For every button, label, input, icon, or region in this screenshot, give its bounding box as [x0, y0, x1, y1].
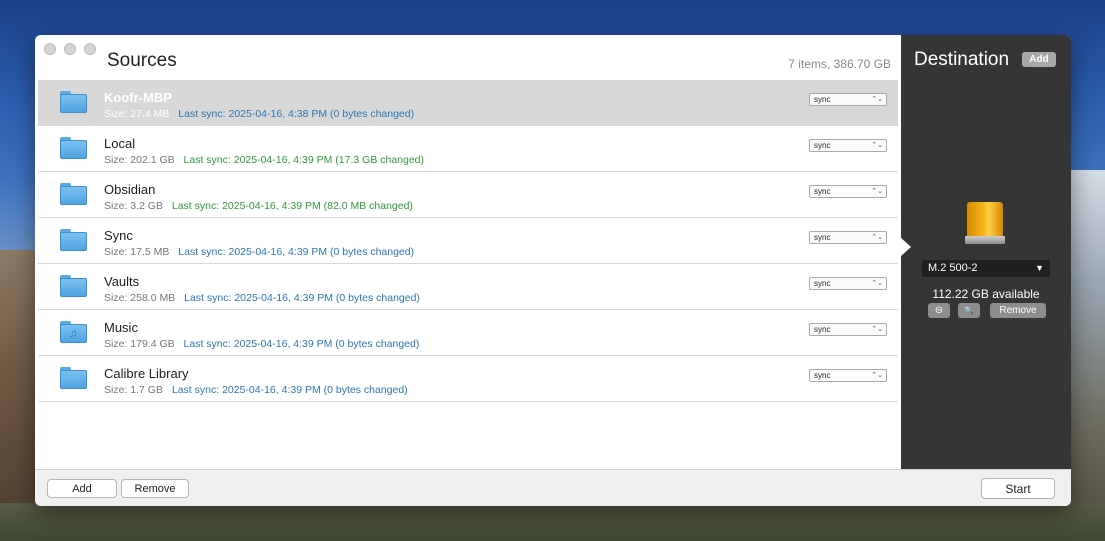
destination-available-space: 112.22 GB available [932, 287, 1040, 301]
source-row[interactable]: ♫ Music Size: 179.4 GB Last sync: 2025-0… [38, 310, 898, 356]
source-last-sync: Last sync: 2025-04-16, 4:39 PM (0 bytes … [178, 246, 415, 258]
sources-title: Sources [107, 50, 177, 71]
sources-summary: 7 items, 386.70 GB [788, 57, 891, 71]
chevron-down-icon: ▼ [1035, 263, 1044, 273]
source-name: Calibre Library [104, 366, 189, 381]
source-mode-select[interactable]: sync ⌃⌄ [809, 231, 887, 244]
source-mode-select[interactable]: sync ⌃⌄ [809, 323, 887, 336]
source-mode-select[interactable]: sync ⌃⌄ [809, 185, 887, 198]
source-mode-value: sync [814, 95, 831, 104]
destination-pane: Destination Add M.2 500-2 ▼ 112.22 GB av… [900, 35, 1071, 469]
source-mode-value: sync [814, 233, 831, 242]
source-row[interactable]: Vaults Size: 258.0 MB Last sync: 2025-04… [38, 264, 898, 310]
magnifier-icon: 🔍 [964, 306, 974, 315]
source-mode-select[interactable]: sync ⌃⌄ [809, 93, 887, 106]
source-last-sync: Last sync: 2025-04-16, 4:38 PM (0 bytes … [178, 108, 415, 120]
source-size: Size: 258.0 MB [104, 292, 176, 304]
destination-drive-name: M.2 500-2 [928, 262, 978, 274]
remove-source-button[interactable]: Remove [121, 479, 189, 498]
bottom-toolbar: Add Remove Start [35, 469, 1071, 506]
folder-icon [60, 367, 87, 389]
window-controls [44, 43, 96, 55]
source-row[interactable]: Obsidian Size: 3.2 GB Last sync: 2025-04… [38, 172, 898, 218]
source-last-sync: Last sync: 2025-04-16, 4:39 PM (0 bytes … [184, 292, 420, 304]
desktop-background-mountain-right [1065, 170, 1105, 541]
desktop-background-ground [0, 503, 1105, 541]
source-meta: Size: 27.4 MB Last sync: 2025-04-16, 4:3… [104, 108, 414, 120]
source-meta: Size: 258.0 MB Last sync: 2025-04-16, 4:… [104, 292, 420, 304]
updown-chevron-icon: ⌃⌄ [871, 326, 883, 333]
source-mode-value: sync [814, 325, 831, 334]
close-window-button[interactable] [44, 43, 56, 55]
source-mode-value: sync [814, 141, 831, 150]
music-folder-icon: ♫ [60, 321, 87, 343]
sources-list: Koofr-MBP Size: 27.4 MB Last sync: 2025-… [38, 80, 898, 402]
updown-chevron-icon: ⌃⌄ [871, 372, 883, 379]
destination-add-button[interactable]: Add [1022, 52, 1056, 67]
folder-icon [60, 275, 87, 297]
eject-button[interactable]: ⊖ [928, 303, 950, 318]
source-last-sync: Last sync: 2025-04-16, 4:39 PM (82.0 MB … [171, 200, 413, 212]
source-row[interactable]: Local Size: 202.1 GB Last sync: 2025-04-… [38, 126, 898, 172]
source-mode-select[interactable]: sync ⌃⌄ [809, 277, 887, 290]
sources-pane: Sources 7 items, 386.70 GB Koofr-MBP Siz… [35, 35, 901, 469]
source-row[interactable]: Sync Size: 17.5 MB Last sync: 2025-04-16… [38, 218, 898, 264]
source-last-sync: Last sync: 2025-04-16, 4:39 PM (0 bytes … [183, 338, 420, 350]
start-button[interactable]: Start [981, 478, 1055, 499]
source-size: Size: 17.5 MB [104, 246, 170, 258]
folder-icon [60, 183, 87, 205]
updown-chevron-icon: ⌃⌄ [871, 142, 883, 149]
updown-chevron-icon: ⌃⌄ [871, 234, 883, 241]
source-mode-select[interactable]: sync ⌃⌄ [809, 369, 887, 382]
app-window: Sources 7 items, 386.70 GB Koofr-MBP Siz… [35, 35, 1071, 506]
source-name: Koofr-MBP [104, 90, 172, 105]
zoom-window-button[interactable] [84, 43, 96, 55]
reveal-in-finder-button[interactable]: 🔍 [958, 303, 980, 318]
updown-chevron-icon: ⌃⌄ [871, 96, 883, 103]
source-size: Size: 1.7 GB [104, 384, 163, 396]
source-size: Size: 179.4 GB [104, 338, 175, 350]
updown-chevron-icon: ⌃⌄ [871, 188, 883, 195]
destination-drive-select[interactable]: M.2 500-2 ▼ [922, 260, 1050, 277]
source-name: Local [104, 136, 136, 151]
source-row[interactable]: Calibre Library Size: 1.7 GB Last sync: … [38, 356, 898, 402]
external-drive-icon [965, 202, 1005, 245]
source-row[interactable]: Koofr-MBP Size: 27.4 MB Last sync: 2025-… [38, 80, 898, 126]
folder-icon [60, 91, 87, 113]
source-mode-value: sync [814, 279, 831, 288]
source-mode-value: sync [814, 187, 831, 196]
source-meta: Size: 3.2 GB Last sync: 2025-04-16, 4:39… [104, 200, 413, 212]
source-meta: Size: 17.5 MB Last sync: 2025-04-16, 4:3… [104, 246, 414, 258]
source-meta: Size: 202.1 GB Last sync: 2025-04-16, 4:… [104, 154, 424, 166]
folder-icon [60, 229, 87, 251]
source-last-sync: Last sync: 2025-04-16, 4:39 PM (0 bytes … [171, 384, 408, 396]
destination-title: Destination [914, 49, 1010, 70]
source-mode-select[interactable]: sync ⌃⌄ [809, 139, 887, 152]
source-name: Vaults [104, 274, 140, 289]
source-size: Size: 3.2 GB [104, 200, 163, 212]
destination-remove-button[interactable]: Remove [990, 303, 1046, 318]
source-mode-value: sync [814, 371, 831, 380]
source-meta: Size: 1.7 GB Last sync: 2025-04-16, 4:39… [104, 384, 408, 396]
source-name: Music [104, 320, 138, 335]
source-size: Size: 202.1 GB [104, 154, 175, 166]
updown-chevron-icon: ⌃⌄ [871, 280, 883, 287]
source-name: Sync [104, 228, 133, 243]
folder-icon [60, 137, 87, 159]
add-source-button[interactable]: Add [47, 479, 117, 498]
minimize-window-button[interactable] [64, 43, 76, 55]
destination-pointer [900, 237, 911, 257]
source-name: Obsidian [104, 182, 156, 197]
source-size: Size: 27.4 MB [104, 108, 170, 120]
eject-icon: ⊖ [934, 305, 944, 316]
source-meta: Size: 179.4 GB Last sync: 2025-04-16, 4:… [104, 338, 419, 350]
source-last-sync: Last sync: 2025-04-16, 4:39 PM (17.3 GB … [183, 154, 425, 166]
